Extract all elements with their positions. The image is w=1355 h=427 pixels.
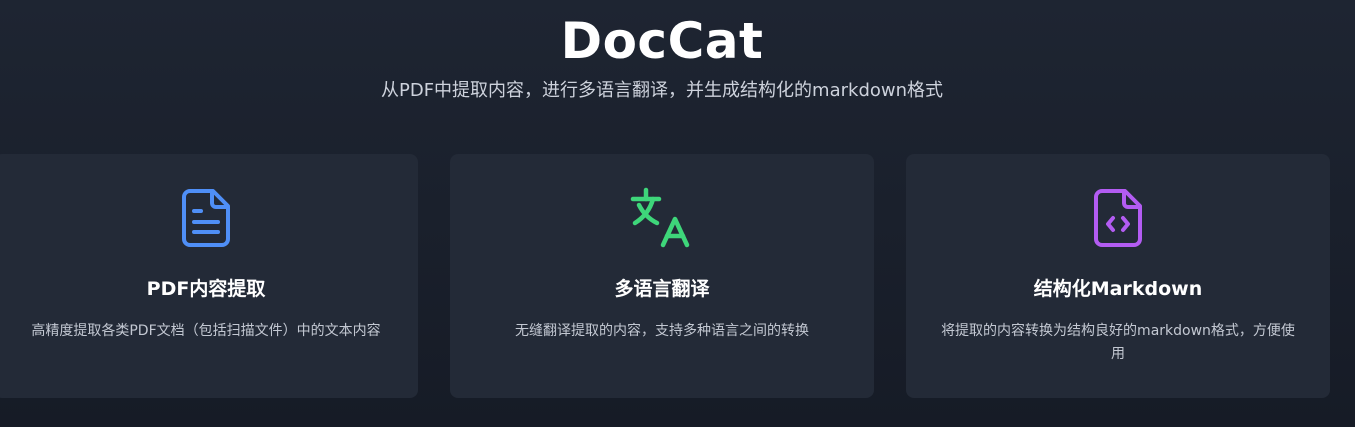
feature-description: 将提取的内容转换为结构良好的markdown格式，方便使用 bbox=[941, 323, 1295, 362]
file-code-icon bbox=[906, 185, 1330, 251]
feature-title: 结构化Markdown bbox=[1033, 278, 1203, 300]
page-title: DocCat bbox=[560, 12, 764, 70]
page-subtitle: 从PDF中提取内容，进行多语言翻译，并生成结构化的markdown格式 bbox=[380, 80, 944, 101]
feature-description: 无缝翻译提取的内容，支持多种语言之间的转换 bbox=[515, 323, 809, 339]
feature-card-translation: 多语言翻译 无缝翻译提取的内容，支持多种语言之间的转换 bbox=[450, 154, 874, 398]
feature-title: 多语言翻译 bbox=[614, 278, 710, 300]
feature-description: 高精度提取各类PDF文档（包括扫描文件）中的文本内容 bbox=[31, 323, 381, 339]
feature-card-pdf-extraction: PDF内容提取 高精度提取各类PDF文档（包括扫描文件）中的文本内容 bbox=[0, 154, 418, 398]
translate-icon bbox=[450, 185, 874, 251]
document-text-icon bbox=[0, 185, 418, 251]
hero-section: DocCat 从PDF中提取内容，进行多语言翻译，并生成结构化的markdown… bbox=[0, 10, 1324, 104]
feature-card-markdown: 结构化Markdown 将提取的内容转换为结构良好的markdown格式，方便使… bbox=[906, 154, 1330, 398]
feature-title: PDF内容提取 bbox=[146, 278, 266, 300]
